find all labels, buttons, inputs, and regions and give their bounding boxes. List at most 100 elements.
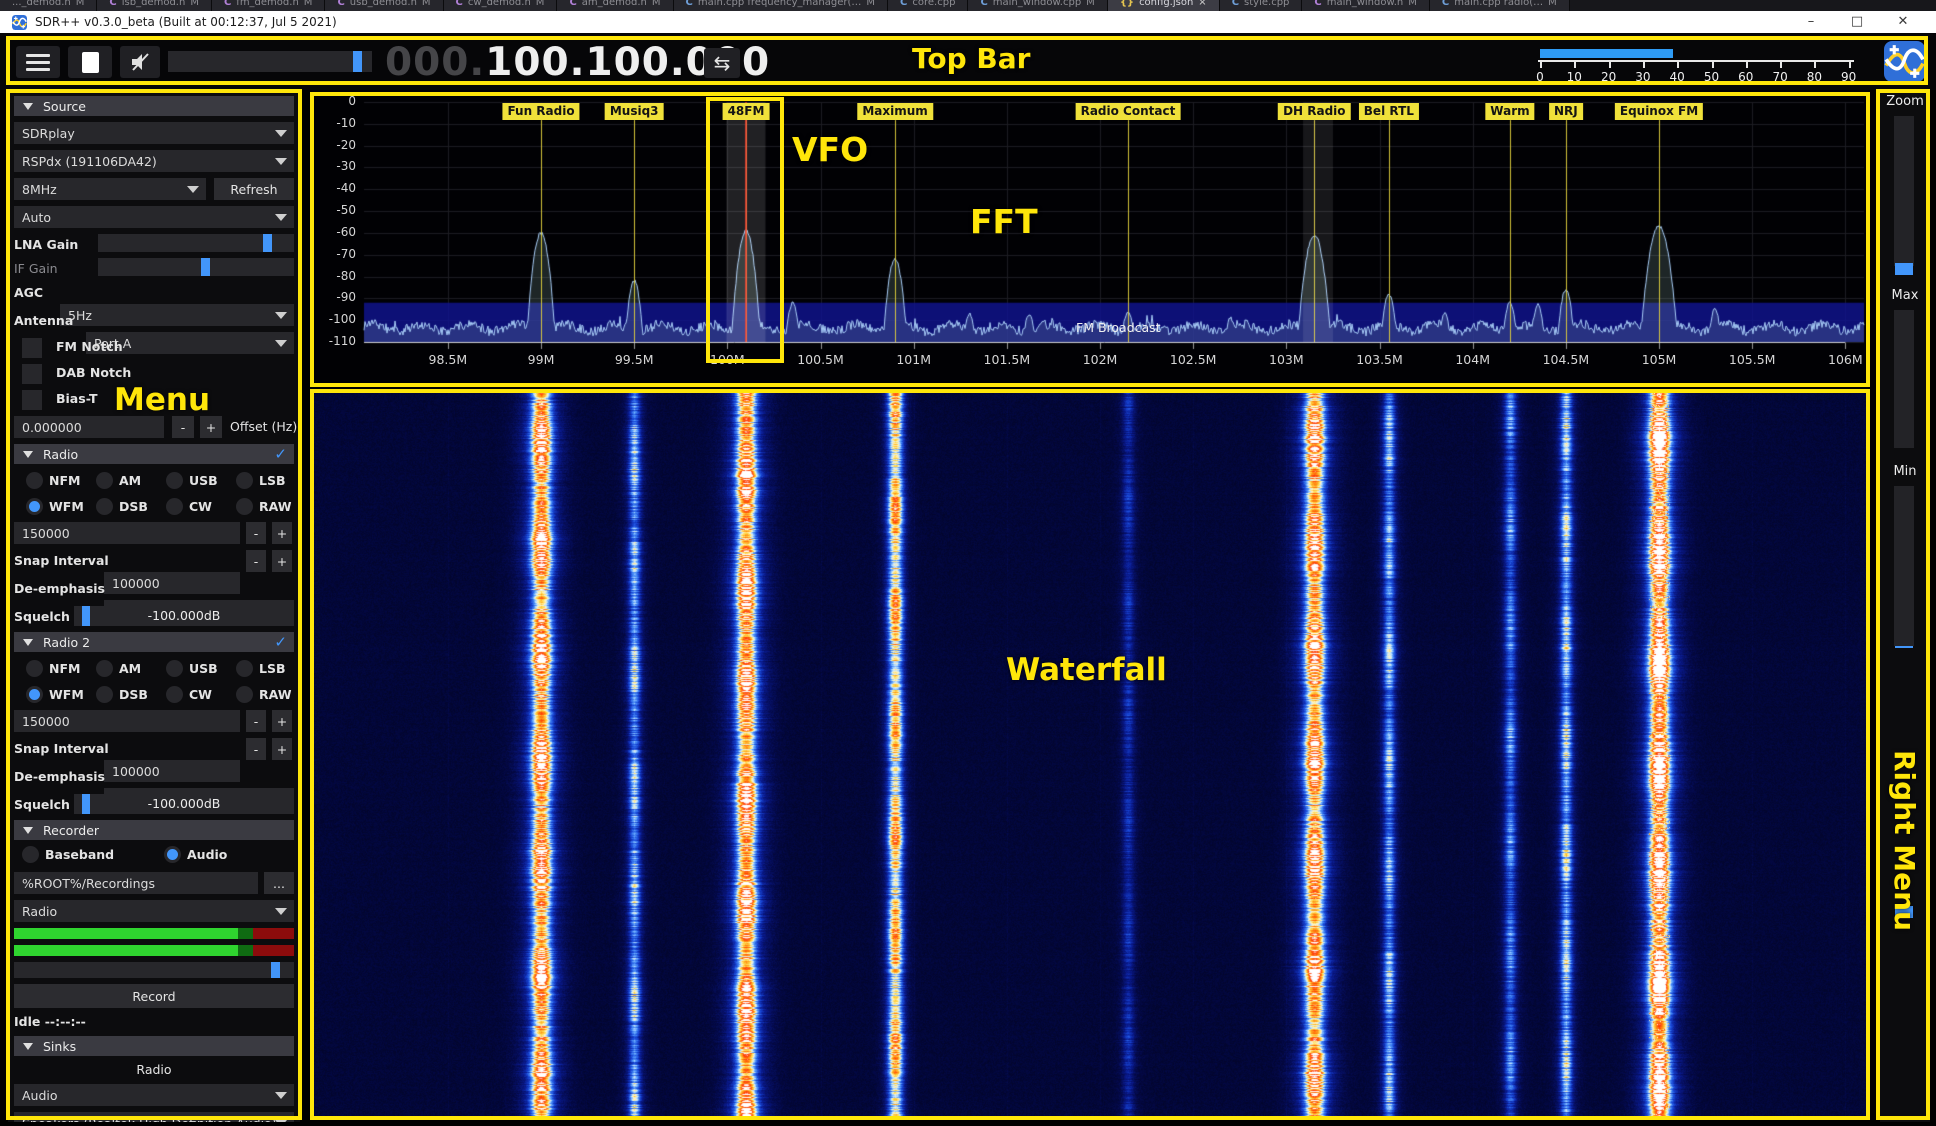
mute-button[interactable] bbox=[120, 46, 160, 78]
agc-mode-select[interactable]: Auto bbox=[14, 206, 294, 228]
radio-mode-am[interactable]: AM bbox=[84, 470, 154, 490]
station-badge[interactable]: DH Radio bbox=[1278, 103, 1350, 120]
radio-bandwidth-input[interactable]: 150000 bbox=[14, 522, 240, 544]
station-badge[interactable]: Musiq3 bbox=[605, 103, 664, 120]
radio2-bandwidth-input[interactable]: 150000 bbox=[14, 710, 240, 732]
source-section-header[interactable]: Source bbox=[14, 96, 294, 116]
editor-tab[interactable]: Cam_demod.hM bbox=[557, 0, 673, 11]
recorder-volume-slider[interactable] bbox=[14, 962, 294, 978]
station-badge[interactable]: Radio Contact bbox=[1076, 103, 1181, 120]
station-badge[interactable]: Warm bbox=[1485, 103, 1534, 120]
bandwidth-select[interactable]: 8MHz bbox=[14, 178, 206, 200]
sink-type-select[interactable]: Audio bbox=[14, 1084, 294, 1106]
radio2-mode-usb[interactable]: USB bbox=[154, 658, 224, 678]
zoom-slider-handle[interactable] bbox=[1895, 263, 1913, 275]
recorder-audio-radio[interactable]: Audio bbox=[164, 846, 227, 863]
volume-slider[interactable] bbox=[168, 51, 372, 72]
snap-plus-button[interactable]: + bbox=[272, 550, 292, 572]
menu-button[interactable] bbox=[16, 46, 60, 78]
recording-path-input[interactable]: %ROOT%/Recordings bbox=[14, 872, 258, 894]
radio-mode-nfm[interactable]: NFM bbox=[14, 470, 84, 490]
radio2-mode-am[interactable]: AM bbox=[84, 658, 154, 678]
sinks-section-header[interactable]: Sinks bbox=[14, 1036, 294, 1056]
squelch-slider[interactable]: -100.000dB bbox=[74, 606, 294, 626]
radio2-mode-nfm[interactable]: NFM bbox=[14, 658, 84, 678]
minimize-button[interactable]: – bbox=[1788, 11, 1834, 33]
zoom-slider[interactable] bbox=[1894, 116, 1914, 266]
station-badge[interactable]: 48FM bbox=[723, 103, 770, 120]
close-button[interactable]: ✕ bbox=[1880, 11, 1926, 33]
max-slider[interactable] bbox=[1894, 310, 1914, 448]
volume-slider-handle[interactable] bbox=[353, 51, 362, 72]
recorder-stream-select[interactable]: Radio bbox=[14, 900, 294, 922]
waterfall-canvas[interactable] bbox=[312, 391, 1868, 1118]
browse-button[interactable]: ... bbox=[264, 872, 294, 894]
radio2-section-header[interactable]: Radio 2 ✓ bbox=[14, 632, 294, 652]
frequency-dim-digits[interactable]: 000. bbox=[385, 40, 485, 85]
editor-tab[interactable]: Cmain.cpp radio(…M bbox=[1430, 0, 1570, 11]
editor-tab[interactable]: Clsb_demod.hM bbox=[97, 0, 212, 11]
station-badge[interactable]: NRJ bbox=[1549, 103, 1583, 120]
offset-plus-button[interactable]: + bbox=[200, 416, 222, 438]
radio-mode-cw[interactable]: CW bbox=[154, 496, 224, 516]
snap-minus-button[interactable]: - bbox=[246, 550, 266, 572]
editor-tab[interactable]: Cmain_window.hM bbox=[1302, 0, 1430, 11]
if-gain-slider[interactable] bbox=[98, 258, 294, 276]
editor-tab[interactable]: Cstyle.cpp bbox=[1220, 0, 1303, 11]
min-slider[interactable] bbox=[1894, 486, 1914, 646]
radio-mode-wfm[interactable]: WFM bbox=[14, 496, 84, 516]
editor-tab[interactable]: Cmain.cpp frequency_manager(…M bbox=[674, 0, 889, 11]
station-badge[interactable]: Maximum bbox=[857, 103, 932, 120]
close-tab-icon[interactable]: × bbox=[1198, 0, 1206, 9]
source-device-select[interactable]: RSPdx (191106DA42) bbox=[14, 150, 294, 172]
bias-t-checkbox[interactable] bbox=[22, 390, 42, 410]
station-badge[interactable]: Equinox FM bbox=[1615, 103, 1703, 120]
enabled-check-icon[interactable]: ✓ bbox=[274, 445, 287, 463]
recorder-baseband-radio[interactable]: Baseband bbox=[22, 846, 114, 863]
radio2-mode-raw[interactable]: RAW bbox=[224, 684, 294, 704]
radio2-mode-wfm[interactable]: WFM bbox=[14, 684, 84, 704]
radio-section-header[interactable]: Radio ✓ bbox=[14, 444, 294, 464]
editor-tab[interactable]: {}config.json× bbox=[1108, 0, 1220, 11]
lna-gain-slider[interactable] bbox=[98, 234, 294, 252]
snap-plus-button[interactable]: + bbox=[272, 738, 292, 760]
swap-vfo-button[interactable]: ⇆ bbox=[704, 48, 740, 78]
radio-mode-lsb[interactable]: LSB bbox=[224, 470, 294, 490]
if-gain-handle[interactable] bbox=[201, 258, 210, 276]
bandwidth-minus-button[interactable]: - bbox=[246, 522, 266, 544]
station-badge[interactable]: Bel RTL bbox=[1359, 103, 1419, 120]
editor-tab[interactable]: ..._demod.hM bbox=[0, 0, 97, 11]
enabled-check-icon[interactable]: ✓ bbox=[274, 633, 287, 651]
fft-canvas[interactable] bbox=[312, 90, 1868, 388]
stop-button[interactable] bbox=[68, 46, 112, 78]
offset-minus-button[interactable]: - bbox=[172, 416, 194, 438]
fm-notch-checkbox[interactable] bbox=[22, 338, 42, 358]
lna-gain-handle[interactable] bbox=[263, 234, 272, 252]
radio-mode-raw[interactable]: RAW bbox=[224, 496, 294, 516]
radio-mode-dsb[interactable]: DSB bbox=[84, 496, 154, 516]
editor-tab[interactable]: Cfm_demod.hM bbox=[212, 0, 325, 11]
radio2-mode-cw[interactable]: CW bbox=[154, 684, 224, 704]
radio2-mode-dsb[interactable]: DSB bbox=[84, 684, 154, 704]
station-badge[interactable]: Fun Radio bbox=[502, 103, 579, 120]
recorder-section-header[interactable]: Recorder bbox=[14, 820, 294, 840]
bandwidth-plus-button[interactable]: + bbox=[272, 710, 292, 732]
squelch-slider[interactable]: -100.000dB bbox=[74, 794, 294, 814]
min-slider-handle[interactable] bbox=[1895, 906, 1913, 918]
bandwidth-minus-button[interactable]: - bbox=[246, 710, 266, 732]
editor-tab[interactable]: Ccw_demod.hM bbox=[444, 0, 558, 11]
bandwidth-plus-button[interactable]: + bbox=[272, 522, 292, 544]
radio2-mode-lsb[interactable]: LSB bbox=[224, 658, 294, 678]
offset-input[interactable]: 0.000000 bbox=[14, 416, 164, 438]
dab-notch-checkbox[interactable] bbox=[22, 364, 42, 384]
radio-mode-usb[interactable]: USB bbox=[154, 470, 224, 490]
editor-tab[interactable]: Cusb_demod.hM bbox=[325, 0, 443, 11]
record-button[interactable]: Record bbox=[14, 984, 294, 1008]
editor-tab[interactable]: Ccore.cpp bbox=[888, 0, 968, 11]
sink-device-select[interactable]: Speakers (Realtek High Definition Audio) bbox=[14, 1112, 294, 1122]
editor-tab[interactable]: Cmain_window.cppM bbox=[968, 0, 1107, 11]
refresh-button[interactable]: Refresh bbox=[214, 178, 294, 200]
snap-minus-button[interactable]: - bbox=[246, 738, 266, 760]
source-driver-select[interactable]: SDRplay bbox=[14, 122, 294, 144]
maximize-button[interactable]: □ bbox=[1834, 11, 1880, 33]
